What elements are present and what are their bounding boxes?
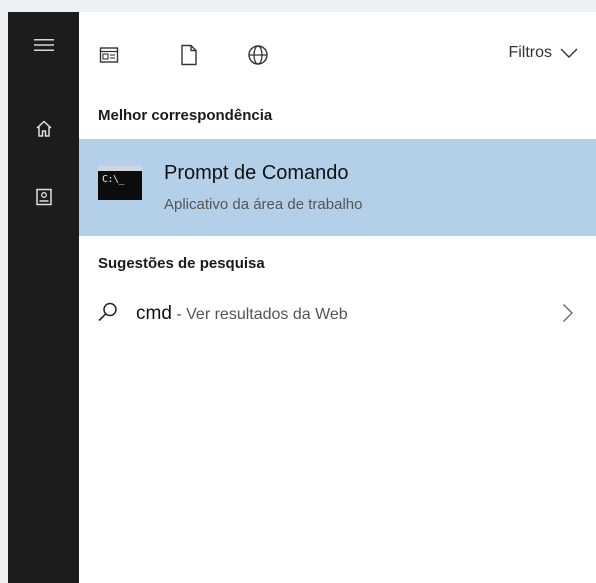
search-window: Filtros Melhor correspondência C:\_ Prom… [8,12,596,583]
left-rail [8,12,79,583]
results-panel: Filtros Melhor correspondência C:\_ Prom… [79,12,596,583]
hamburger-menu-icon [33,39,54,51]
hamburger-menu-button[interactable] [8,25,79,65]
notebook-icon [35,188,52,206]
home-button[interactable] [8,109,79,149]
home-icon [35,120,52,137]
suggestion-suffix: - Ver resultados da Web [171,306,348,323]
suggestion-text: cmd - Ver resultados da Web [136,303,348,325]
suggestion-item[interactable]: cmd - Ver resultados da Web [79,295,596,331]
best-match-title: Prompt de Comando [164,162,349,184]
filters-label: Filtros [508,44,552,61]
apps-icon [99,47,119,63]
best-match-heading: Melhor correspondência [98,107,273,124]
chevron-down-icon [560,48,578,58]
documents-filter-button[interactable] [176,42,202,68]
best-match-subtitle: Aplicativo da área de trabalho [164,196,363,213]
documents-icon [181,44,197,66]
filters-dropdown[interactable]: Filtros [508,44,578,62]
chevron-right-icon[interactable] [562,303,574,323]
apps-filter-button[interactable] [96,42,122,68]
notebook-button[interactable] [8,177,79,217]
web-filter-button[interactable] [245,42,271,68]
filter-toolbar: Filtros [79,12,596,92]
web-globe-icon [248,45,268,65]
best-match-result[interactable]: C:\_ Prompt de Comando Aplicativo da áre… [79,139,596,236]
suggestions-heading: Sugestões de pesquisa [98,255,265,272]
command-prompt-icon-text: C:\_ [102,174,125,185]
suggestion-query: cmd [136,303,172,324]
search-icon [98,302,117,322]
command-prompt-icon: C:\_ [98,166,142,200]
